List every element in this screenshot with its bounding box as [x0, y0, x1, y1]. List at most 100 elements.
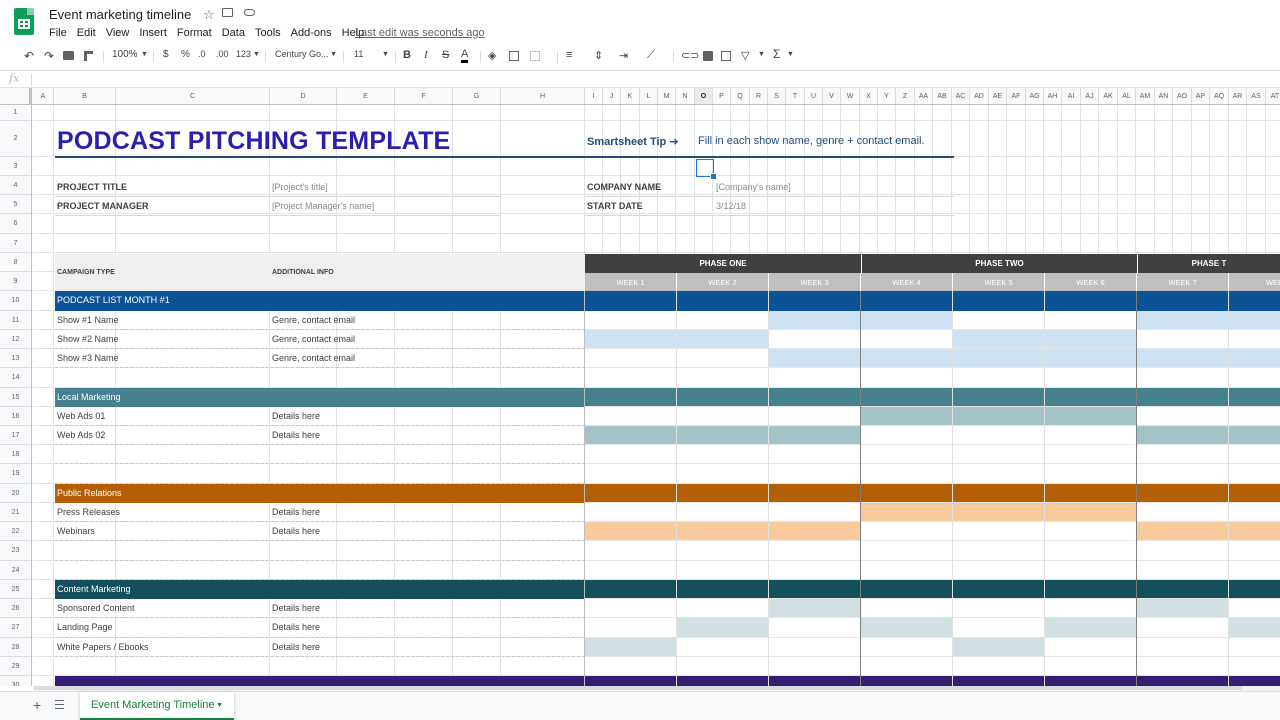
timeline-bar[interactable] [1229, 618, 1280, 638]
column-header-k[interactable]: K [621, 88, 640, 104]
fill-color-icon[interactable]: ◈ [488, 49, 496, 62]
row-header-14[interactable]: 14 [0, 368, 31, 388]
section-header[interactable]: Content Marketing [55, 579, 1280, 600]
menu-view[interactable]: View [106, 27, 130, 39]
timeline-bar[interactable] [953, 406, 1045, 426]
undo-icon[interactable]: ↶ [24, 49, 34, 63]
font-size-select[interactable]: 11 [354, 49, 363, 59]
text-rotation-icon[interactable]: ⟋ [647, 49, 655, 62]
timeline-bar[interactable] [953, 502, 1045, 523]
chevron-down-icon[interactable]: ▼ [758, 51, 765, 58]
row-header-15[interactable]: 15 [0, 388, 31, 407]
row-header-1[interactable]: 1 [0, 105, 31, 121]
column-header-w[interactable]: W [841, 88, 860, 104]
row-header-6[interactable]: 6 [0, 214, 31, 234]
sheet-tab-active[interactable]: Event Marketing Timeline ▼ [80, 692, 234, 720]
more-formats-button[interactable]: 123 [236, 49, 251, 59]
column-header-aq[interactable]: AQ [1210, 88, 1229, 104]
company-name-value[interactable]: [Company's name] [716, 182, 791, 192]
bold-button[interactable]: B [403, 49, 411, 61]
column-header-ar[interactable]: AR [1229, 88, 1247, 104]
column-header-p[interactable]: P [713, 88, 731, 104]
timeline-bar[interactable] [677, 425, 769, 446]
column-header-af[interactable]: AF [1007, 88, 1026, 104]
section-header[interactable] [55, 675, 1280, 686]
row-header-22[interactable]: 22 [0, 522, 31, 542]
row-header-8[interactable]: 8 [0, 253, 31, 273]
menu-format[interactable]: Format [177, 27, 212, 39]
campaign-item-info[interactable]: Genre, contact email [272, 315, 355, 325]
row-header-5[interactable]: 5 [0, 195, 31, 215]
column-header-i[interactable]: I [585, 88, 603, 104]
row-header-23[interactable]: 23 [0, 541, 31, 561]
timeline-bar[interactable] [585, 425, 677, 446]
select-all-corner[interactable] [0, 88, 32, 104]
timeline-bar[interactable] [769, 599, 861, 619]
currency-format-button[interactable]: $ [163, 49, 169, 60]
row-header-28[interactable]: 28 [0, 638, 31, 657]
row-header-12[interactable]: 12 [0, 330, 31, 350]
column-header-h[interactable]: H [501, 88, 585, 104]
timeline-bar[interactable] [585, 637, 677, 657]
timeline-bar[interactable] [1137, 599, 1229, 619]
column-header-c[interactable]: C [116, 88, 270, 104]
campaign-item-name[interactable]: Web Ads 01 [57, 411, 105, 421]
section-header[interactable]: Public Relations [55, 483, 1280, 503]
row-header-30[interactable]: 30 [0, 676, 31, 686]
column-header-ai[interactable]: AI [1062, 88, 1081, 104]
column-header-t[interactable]: T [786, 88, 805, 104]
campaign-item-info[interactable]: Details here [272, 622, 320, 632]
timeline-bar[interactable] [677, 329, 769, 350]
column-header-g[interactable]: G [453, 88, 501, 104]
horizontal-align-icon[interactable]: ≡ [566, 49, 572, 61]
chevron-down-icon[interactable]: ▼ [253, 51, 260, 58]
cloud-status-icon[interactable] [244, 9, 255, 16]
menu-tools[interactable]: Tools [255, 27, 281, 39]
campaign-item-info[interactable]: Details here [272, 526, 320, 536]
menu-edit[interactable]: Edit [77, 27, 96, 39]
menu-data[interactable]: Data [222, 27, 245, 39]
chevron-down-icon[interactable]: ▼ [382, 51, 389, 58]
campaign-item-info[interactable]: Details here [272, 507, 320, 517]
add-sheet-icon[interactable]: + [33, 697, 41, 713]
timeline-bar[interactable] [1229, 522, 1280, 542]
merge-cells-icon[interactable] [530, 51, 540, 61]
menu-file[interactable]: File [49, 27, 67, 39]
row-header-13[interactable]: 13 [0, 349, 31, 369]
column-header-m[interactable]: M [658, 88, 676, 104]
timeline-bar[interactable] [1045, 618, 1137, 638]
campaign-item-name[interactable]: White Papers / Ebooks [57, 642, 149, 652]
column-header-as[interactable]: AS [1247, 88, 1266, 104]
timeline-bar[interactable] [585, 522, 677, 542]
campaign-item-name[interactable]: Show #1 Name [57, 315, 119, 325]
column-header-a[interactable]: A [33, 88, 54, 104]
column-header-aj[interactable]: AJ [1081, 88, 1099, 104]
formula-bar[interactable]: fx [0, 70, 1280, 88]
timeline-bar[interactable] [953, 349, 1045, 369]
timeline-bar[interactable] [769, 349, 861, 369]
column-header-b[interactable]: B [54, 88, 116, 104]
row-header-10[interactable]: 10 [0, 291, 31, 311]
column-header-l[interactable]: L [640, 88, 658, 104]
column-header-f[interactable]: F [395, 88, 453, 104]
timeline-bar[interactable] [1045, 349, 1137, 369]
column-header-j[interactable]: J [603, 88, 621, 104]
row-header-18[interactable]: 18 [0, 445, 31, 465]
section-header[interactable]: Local Marketing [55, 387, 1280, 407]
column-header-u[interactable]: U [805, 88, 823, 104]
document-title[interactable]: Event marketing timeline [49, 7, 191, 22]
italic-button[interactable]: I [424, 49, 428, 61]
campaign-item-info[interactable]: Details here [272, 603, 320, 613]
vertical-align-icon[interactable]: ⇕ [594, 49, 603, 62]
borders-icon[interactable] [509, 51, 519, 61]
font-select[interactable]: Century Go... [275, 49, 329, 59]
zoom-select[interactable]: 100% [112, 49, 138, 60]
timeline-bar[interactable] [861, 406, 953, 426]
text-color-button[interactable]: A [461, 49, 469, 63]
project-manager-value[interactable]: [Project Manager's name] [272, 201, 374, 211]
row-header-7[interactable]: 7 [0, 234, 31, 253]
column-header-ac[interactable]: AC [952, 88, 970, 104]
timeline-bar[interactable] [1229, 349, 1280, 369]
increase-decimal-button[interactable]: .00 [216, 49, 229, 59]
row-header-17[interactable]: 17 [0, 426, 31, 446]
